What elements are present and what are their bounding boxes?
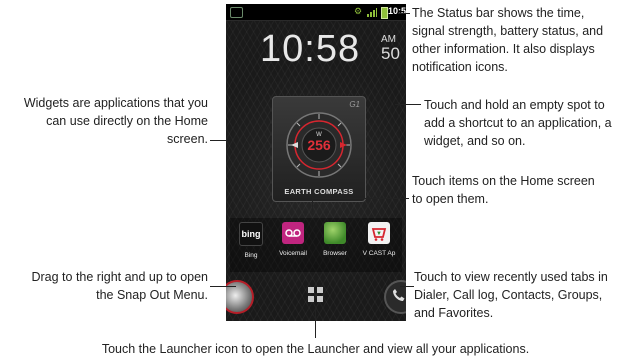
browser-globe-icon: [324, 222, 346, 244]
app-label-bing: Bing: [244, 252, 258, 259]
app-voicemail[interactable]: Voicemail: [274, 222, 312, 257]
clock-seconds: 50: [381, 44, 400, 63]
app-vcast[interactable]: ▼ V CAST Ap: [360, 222, 398, 257]
signal-strength-icon: [367, 8, 377, 17]
callout-touch-hold: Touch and hold an empty spot to add a sho…: [424, 98, 612, 148]
battery-icon: [381, 7, 388, 19]
callout-widgets: Widgets are applications that you can use…: [23, 96, 208, 146]
bing-icon: bing: [239, 222, 263, 246]
compass-logo: G1: [349, 100, 360, 109]
earth-compass-widget[interactable]: G1 W 256 EARTH COMPASS: [272, 96, 366, 202]
touch-items-leader-v: [312, 198, 313, 212]
app-label-voicemail: Voicemail: [279, 250, 307, 257]
callout-launcher: Touch the Launcher icon to open the Laun…: [101, 342, 530, 356]
app-label-browser: Browser: [323, 250, 347, 257]
clock-time[interactable]: 10:58: [260, 28, 360, 71]
svg-text:▼: ▼: [376, 231, 382, 237]
compass-bearing: 256: [307, 137, 331, 153]
vcast-apps-icon: ▼: [368, 222, 390, 244]
compass-widget-label: EARTH COMPASS: [284, 187, 354, 196]
app-browser[interactable]: Browser: [316, 222, 354, 257]
launcher-icon[interactable]: [304, 283, 328, 307]
callout-status-bar: The Status bar shows the time, signal str…: [412, 6, 604, 74]
recent-tabs-leader: [400, 286, 414, 287]
callout-snap-out: Drag to the right and up to open the Snap…: [31, 270, 208, 302]
callout-recent-tabs: Touch to view recently used tabs in Diale…: [414, 270, 608, 320]
widgets-leader: [210, 140, 226, 141]
app-bing[interactable]: bing Bing: [232, 222, 270, 259]
voicemail-icon: [282, 222, 304, 244]
app-label-vcast: V CAST Ap: [362, 250, 396, 257]
compass-dial-icon: W 256: [286, 112, 352, 178]
launcher-leader: [315, 306, 316, 338]
usb-icon: ⚙: [354, 6, 363, 16]
snap-out-leader: [210, 286, 236, 287]
home-screen[interactable]: ⚙ 10:58 10:58 AM 50 G1 W 256 EARTH COM: [226, 4, 406, 321]
callout-touch-items: Touch items on the Home screen to open th…: [412, 174, 595, 206]
status-bar-leader: [398, 13, 410, 14]
status-bar[interactable]: ⚙ 10:58: [226, 4, 406, 21]
touch-hold-leader: [395, 104, 421, 105]
status-bar-time: 10:58: [388, 6, 406, 16]
touch-items-leader: [312, 198, 409, 199]
notification-icon: [230, 7, 243, 18]
